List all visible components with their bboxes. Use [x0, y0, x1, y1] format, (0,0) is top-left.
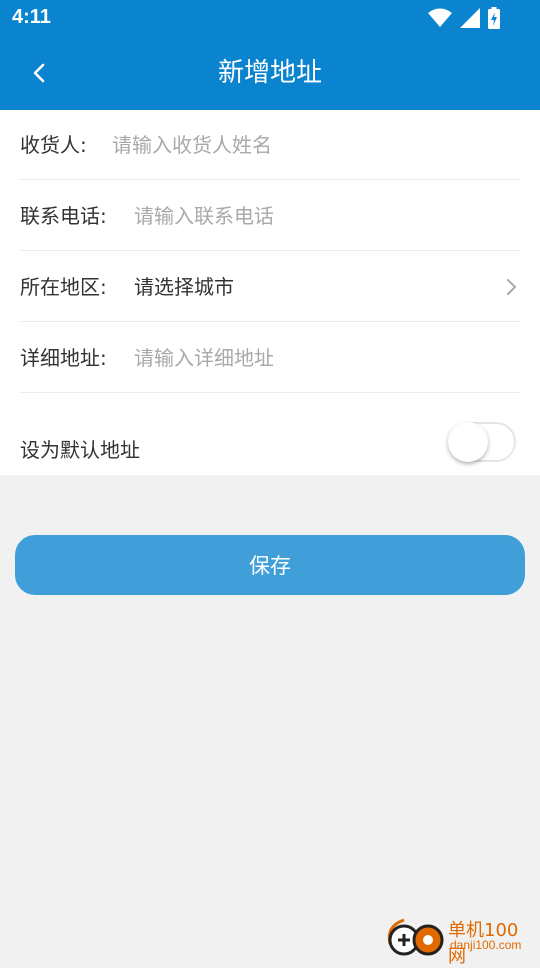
region-label: 所在地区:	[20, 275, 107, 299]
region-row[interactable]: 所在地区: 请选择城市	[20, 252, 520, 322]
watermark-logo-icon	[387, 918, 444, 956]
address-form: 收货人: 联系电话: 所在地区: 请选择城市 详细地址: 设为默认地址	[0, 110, 540, 475]
phone-row: 联系电话:	[20, 181, 520, 251]
detail-label: 详细地址:	[20, 346, 107, 370]
default-address-toggle[interactable]	[448, 422, 518, 462]
toggle-knob	[448, 422, 488, 462]
receiver-input[interactable]	[112, 128, 512, 162]
save-button[interactable]: 保存	[15, 535, 525, 595]
battery-charging-icon	[488, 7, 500, 29]
app-header: 新增地址	[0, 36, 540, 110]
detail-row: 详细地址:	[20, 323, 520, 393]
signal-icon	[460, 8, 480, 28]
default-address-label: 设为默认地址	[20, 438, 140, 462]
receiver-row: 收货人:	[20, 110, 520, 180]
receiver-label: 收货人:	[20, 133, 87, 157]
page-title: 新增地址	[217, 58, 322, 88]
chevron-right-icon	[507, 279, 516, 295]
wifi-icon	[428, 8, 452, 27]
status-icons	[428, 7, 500, 29]
detail-input[interactable]	[134, 341, 514, 375]
watermark-url: danji100.com	[450, 938, 522, 952]
default-address-row: 设为默认地址	[20, 400, 520, 475]
phone-label: 联系电话:	[20, 204, 107, 228]
status-time: 4:11	[12, 6, 51, 28]
status-bar: 4:11	[0, 0, 540, 36]
watermark: 单机100网 danji100.com	[384, 914, 534, 967]
region-value: 请选择城市	[134, 275, 234, 299]
phone-input[interactable]	[134, 199, 514, 233]
